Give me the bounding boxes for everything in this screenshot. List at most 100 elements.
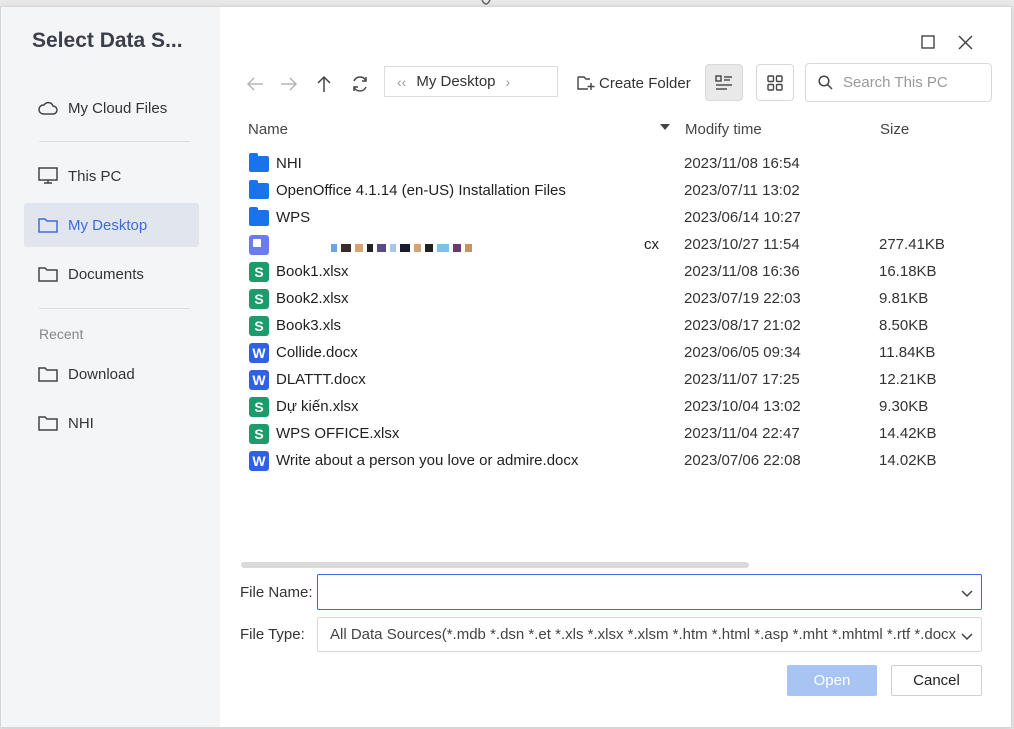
file-size: 11.84KB: [879, 344, 936, 361]
file-row[interactable]: cx 2023/10/27 11:54 277.41KB: [241, 231, 1001, 258]
file-row[interactable]: OpenOffice 4.1.14 (en-US) Installation F…: [241, 177, 1001, 204]
file-modify-time: 2023/11/08 16:54: [684, 155, 800, 172]
file-row[interactable]: WPS 2023/06/14 10:27: [241, 204, 1001, 231]
spreadsheet-icon: S: [249, 424, 269, 444]
sidebar-item-label: Documents: [68, 265, 144, 283]
horizontal-scrollbar[interactable]: [241, 562, 749, 568]
file-row[interactable]: NHI 2023/11/08 16:54: [241, 150, 1001, 177]
sidebar-item-this-pc[interactable]: This PC: [24, 154, 199, 198]
folder-icon: [249, 180, 269, 201]
file-name: Book3.xls: [276, 317, 342, 334]
file-modify-time: 2023/10/27 11:54: [684, 236, 800, 253]
forward-button[interactable]: [276, 71, 302, 97]
cloud-icon: [38, 98, 58, 118]
file-name: cx: [644, 236, 659, 253]
maximize-button[interactable]: [917, 31, 939, 53]
image-file-icon: [249, 235, 269, 255]
file-row[interactable]: S WPS OFFICE.xlsx 2023/11/04 22:47 14.42…: [241, 420, 1001, 447]
file-type-select[interactable]: All Data Sources(*.mdb *.dsn *.et *.xls …: [317, 617, 982, 652]
file-size: 277.41KB: [879, 236, 945, 253]
file-name: Dự kiến.xlsx: [276, 398, 359, 415]
sidebar-item-label: My Desktop: [68, 216, 148, 234]
create-folder-label: Create Folder: [599, 74, 691, 92]
file-modify-time: 2023/07/19 22:03: [684, 290, 801, 307]
breadcrumb[interactable]: ‹‹ My Desktop ›: [384, 66, 558, 97]
file-row[interactable]: W DLATTT.docx 2023/11/07 17:25 12.21KB: [241, 366, 1001, 393]
file-row[interactable]: S Dự kiến.xlsx 2023/10/04 13:02 9.30KB: [241, 393, 1001, 420]
file-type-value: All Data Sources(*.mdb *.dsn *.et *.xls …: [330, 626, 957, 643]
file-modify-time: 2023/07/06 22:08: [684, 452, 801, 469]
dialog-title: Select Data S...: [32, 29, 183, 52]
chevron-down-icon[interactable]: [961, 585, 973, 603]
file-list: NHI 2023/11/08 16:54 OpenOffice 4.1.14 (…: [241, 150, 1001, 474]
file-row[interactable]: S Book2.xlsx 2023/07/19 22:03 9.81KB: [241, 285, 1001, 312]
sidebar-item-my-desktop[interactable]: My Desktop: [24, 203, 199, 247]
column-header-size[interactable]: Size: [880, 121, 909, 138]
up-button[interactable]: [311, 71, 337, 97]
file-row[interactable]: W Collide.docx 2023/06/05 09:34 11.84KB: [241, 339, 1001, 366]
column-header-name[interactable]: Name: [248, 121, 288, 138]
file-name: WPS OFFICE.xlsx: [276, 425, 400, 442]
close-button[interactable]: [954, 31, 976, 53]
search-input[interactable]: [841, 73, 985, 92]
recent-heading: Recent: [39, 326, 84, 342]
maximize-icon: [921, 35, 935, 49]
grid-view-button[interactable]: [756, 64, 794, 101]
sidebar-item-label: My Cloud Files: [68, 99, 168, 117]
file-name: Book1.xlsx: [276, 263, 349, 280]
back-button[interactable]: [242, 71, 268, 97]
sort-descending-icon[interactable]: [660, 124, 670, 130]
file-name: Collide.docx: [276, 344, 358, 361]
arrow-left-icon: [246, 77, 263, 91]
file-name-label: File Name:: [240, 584, 313, 601]
sidebar-divider: [39, 308, 190, 309]
monitor-icon: [38, 166, 58, 186]
column-header-modify-time[interactable]: Modify time: [685, 121, 762, 138]
file-row[interactable]: W Write about a person you love or admir…: [241, 447, 1001, 474]
file-name: Book2.xlsx: [276, 290, 349, 307]
list-view-icon: [715, 74, 732, 90]
file-row[interactable]: S Book3.xls 2023/08/17 21:02 8.50KB: [241, 312, 1001, 339]
file-modify-time: 2023/11/04 22:47: [684, 425, 800, 442]
file-modify-time: 2023/06/14 10:27: [684, 209, 801, 226]
folder-icon: [38, 215, 58, 235]
search-icon: [818, 75, 833, 90]
file-name-field[interactable]: [317, 574, 982, 610]
redacted-filename: [331, 244, 472, 252]
search-box[interactable]: [805, 63, 992, 102]
refresh-icon: [353, 76, 367, 92]
new-folder-icon: [577, 75, 595, 91]
spreadsheet-icon: S: [249, 397, 269, 417]
create-folder-button[interactable]: Create Folder: [577, 71, 691, 95]
file-modify-time: 2023/06/05 09:34: [684, 344, 801, 361]
sidebar: Select Data S... My Cloud Files This PC …: [1, 7, 220, 727]
chevron-right-icon: ›: [505, 73, 511, 90]
file-name: DLATTT.docx: [276, 371, 366, 388]
sidebar-item-nhi[interactable]: NHI: [24, 401, 199, 445]
file-size: 14.42KB: [879, 425, 937, 442]
file-size: 8.50KB: [879, 317, 929, 334]
folder-icon: [38, 413, 58, 433]
sidebar-item-documents[interactable]: Documents: [24, 252, 199, 296]
file-name: Write about a person you love or admire.…: [276, 452, 579, 469]
sidebar-item-my-cloud-files[interactable]: My Cloud Files: [24, 86, 199, 130]
chevron-down-icon[interactable]: [961, 628, 973, 645]
open-button[interactable]: Open: [787, 665, 877, 696]
cancel-button[interactable]: Cancel: [891, 665, 982, 696]
refresh-button[interactable]: [347, 71, 373, 97]
file-modify-time: 2023/08/17 21:02: [684, 317, 801, 334]
list-view-button[interactable]: [705, 64, 743, 101]
document-icon: W: [249, 451, 269, 471]
select-data-source-dialog: Select Data S... My Cloud Files This PC …: [0, 6, 1012, 728]
folder-icon: [249, 153, 269, 174]
sidebar-item-download[interactable]: Download: [24, 352, 199, 396]
file-row[interactable]: S Book1.xlsx 2023/11/08 16:36 16.18KB: [241, 258, 1001, 285]
sidebar-divider: [39, 141, 190, 142]
file-modify-time: 2023/10/04 13:02: [684, 398, 801, 415]
file-modify-time: 2023/11/07 17:25: [684, 371, 800, 388]
breadcrumb-item[interactable]: My Desktop: [416, 73, 495, 90]
file-size: 12.21KB: [879, 371, 937, 388]
close-icon: [957, 34, 973, 50]
folder-icon: [38, 364, 58, 384]
document-icon: W: [249, 370, 269, 390]
